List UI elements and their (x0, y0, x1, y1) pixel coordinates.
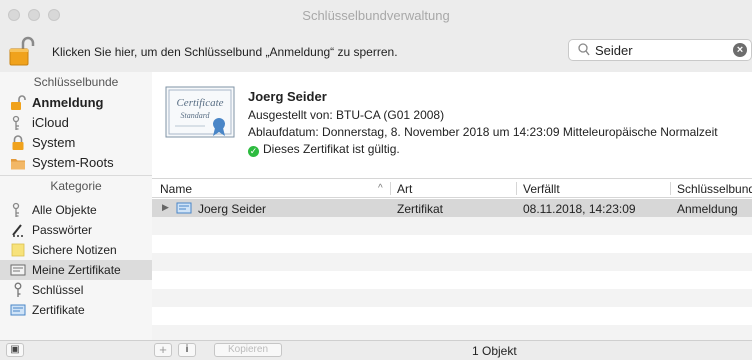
clear-search-icon[interactable]: × (733, 43, 747, 57)
lock-keychain-text[interactable]: Klicken Sie hier, um den Schlüsselbund „… (52, 45, 398, 59)
row-expires: 08.11.2018, 14:23:09 (523, 202, 636, 216)
cert-image-text: Certificate (176, 97, 223, 109)
sidebar-item-icloud[interactable]: iCloud (0, 113, 152, 133)
sort-ascending-icon[interactable]: ^ (378, 183, 383, 194)
bottom-bar: ▣ + i Kopieren 1 Objekt (0, 340, 752, 360)
certificate-status-text: Dieses Zertifikat ist gültig. (263, 142, 400, 156)
sidebar-item-system[interactable]: System (0, 133, 152, 153)
keys-icon (10, 202, 26, 218)
sidebar-item-label: Alle Objekte (32, 203, 97, 217)
sidebar-item-label: Passwörter (32, 223, 93, 237)
empty-row (152, 289, 752, 307)
sidebar-item-sichere-notizen[interactable]: Sichere Notizen (0, 240, 152, 260)
disclosure-triangle-icon[interactable]: ▶ (162, 202, 169, 213)
checkmark-icon: ✓ (248, 146, 259, 157)
empty-row (152, 217, 752, 235)
sidebar-item-label: System (32, 135, 76, 150)
keychains-header: Schlüsselbunde (33, 75, 119, 89)
empty-row (152, 253, 752, 271)
key-icon (10, 282, 26, 298)
open-lock-icon (10, 95, 26, 111)
table-row[interactable]: ▶ Joerg Seider Zertifikat 08.11.2018, 14… (152, 199, 752, 217)
column-header-verfaellt[interactable]: Verfällt (523, 182, 560, 196)
sidebar-item-label: Zertifikate (32, 303, 85, 317)
sidebar-item-passwoerter[interactable]: Passwörter (0, 220, 152, 240)
folder-icon (10, 155, 26, 171)
certificate-issuer: Ausgestellt von: BTU-CA (G01 2008) (248, 108, 445, 122)
certificate-detail: Certificate Standard Joerg Seider Ausges… (152, 72, 752, 178)
my-cert-icon (10, 262, 26, 278)
sidebar-item-system-roots[interactable]: System-Roots (0, 153, 152, 173)
column-divider[interactable] (670, 182, 671, 195)
category-header: Kategorie (50, 179, 102, 193)
column-header-schluesselbund[interactable]: Schlüsselbund (677, 182, 752, 196)
cert-icon (10, 302, 26, 318)
sidebar: Schlüsselbunde Anmeldung iCloud System S… (0, 72, 153, 340)
column-divider[interactable] (390, 182, 391, 195)
note-icon (10, 242, 26, 258)
add-button[interactable]: + (154, 343, 172, 357)
sidebar-item-alle-objekte[interactable]: Alle Objekte (0, 200, 152, 220)
sidebar-toggle-icon[interactable]: ▣ (6, 343, 24, 357)
sidebar-item-schluessel[interactable]: Schlüssel (0, 280, 152, 300)
certificate-name: Joerg Seider (248, 89, 327, 104)
search-icon (578, 43, 590, 56)
certificate-expiry: Ablaufdatum: Donnerstag, 8. November 201… (248, 125, 718, 139)
sidebar-item-label: Schlüssel (32, 283, 84, 297)
lock-icon (10, 135, 26, 151)
sidebar-item-label: iCloud (32, 115, 69, 130)
row-name: Joerg Seider (198, 202, 267, 216)
search-input[interactable] (595, 42, 715, 58)
title-bar: Schlüsselbundverwaltung (0, 0, 752, 31)
sidebar-item-meine-zertifikate[interactable]: Meine Zertifikate (0, 260, 152, 280)
toolbar: Klicken Sie hier, um den Schlüsselbund „… (0, 30, 752, 73)
copy-button[interactable]: Kopieren (214, 343, 282, 357)
table-header: Name ^ Art Verfällt Schlüsselbund (152, 178, 752, 198)
sidebar-item-label: Anmeldung (32, 95, 104, 110)
sidebar-item-label: Sichere Notizen (32, 243, 117, 257)
sidebar-item-anmeldung[interactable]: Anmeldung (0, 93, 152, 113)
certificate-row-icon (176, 201, 192, 218)
window-title: Schlüsselbundverwaltung (302, 8, 450, 23)
column-header-name[interactable]: Name (160, 182, 192, 196)
search-field[interactable]: × (568, 39, 752, 61)
row-keychain: Anmeldung (677, 202, 738, 216)
certificate-image-icon: Certificate Standard (165, 86, 235, 138)
column-header-art[interactable]: Art (397, 182, 412, 196)
sidebar-item-label: System-Roots (32, 155, 114, 170)
row-kind: Zertifikat (397, 202, 444, 216)
sidebar-item-zertifikate[interactable]: Zertifikate (0, 300, 152, 320)
sidebar-item-label: Meine Zertifikate (32, 263, 121, 277)
open-lock-icon[interactable] (9, 35, 35, 67)
cert-image-subtext: Standard (180, 111, 210, 120)
certificate-status: ✓ Dieses Zertifikat ist gültig. (248, 142, 400, 157)
items-table: ▶ Joerg Seider Zertifikat 08.11.2018, 14… (152, 198, 752, 343)
sidebar-divider (0, 175, 152, 176)
password-icon (10, 222, 26, 238)
item-count: 1 Objekt (472, 344, 517, 358)
info-button[interactable]: i (178, 343, 196, 357)
column-divider[interactable] (516, 182, 517, 195)
cloud-keys-icon (10, 115, 26, 131)
